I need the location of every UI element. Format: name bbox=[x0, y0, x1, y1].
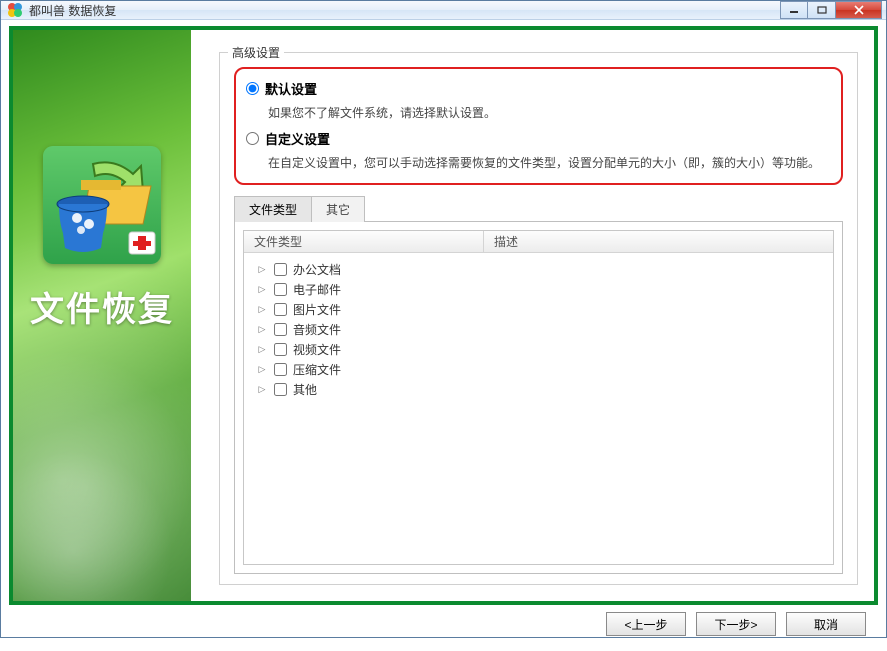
expander-icon[interactable]: ▷ bbox=[256, 283, 268, 295]
expander-icon[interactable]: ▷ bbox=[256, 363, 268, 375]
close-button[interactable] bbox=[836, 1, 882, 19]
prev-button[interactable]: <上一步 bbox=[606, 612, 686, 636]
cancel-button[interactable]: 取消 bbox=[786, 612, 866, 636]
row-checkbox[interactable] bbox=[274, 263, 287, 276]
col-filetype[interactable]: 文件类型 bbox=[244, 231, 484, 252]
radio-custom-desc: 在自定义设置中，您可以手动选择需要恢复的文件类型，设置分配单元的大小（即，簇的大… bbox=[268, 154, 831, 171]
radio-custom-label: 自定义设置 bbox=[265, 129, 330, 148]
table-row[interactable]: ▷ 图片文件 bbox=[250, 299, 827, 319]
window-controls bbox=[780, 1, 882, 19]
maximize-button[interactable] bbox=[808, 1, 836, 19]
expander-icon[interactable]: ▷ bbox=[256, 323, 268, 335]
row-label: 电子邮件 bbox=[293, 281, 341, 298]
table-body[interactable]: ▷ 办公文档 ▷ 电子邮件 ▷ bbox=[244, 253, 833, 564]
client-area: 文件恢复 高级设置 默认设置 如果您不了解文件系统，请选择默认设置。 自定 bbox=[1, 20, 886, 651]
minimize-button[interactable] bbox=[780, 1, 808, 19]
next-button[interactable]: 下一步> bbox=[696, 612, 776, 636]
table-row[interactable]: ▷ 其他 bbox=[250, 379, 827, 399]
row-checkbox[interactable] bbox=[274, 343, 287, 356]
sidebar: 文件恢复 bbox=[13, 30, 191, 601]
close-icon bbox=[853, 5, 865, 15]
row-checkbox[interactable] bbox=[274, 283, 287, 296]
radio-default[interactable] bbox=[246, 82, 259, 95]
tab-filetype[interactable]: 文件类型 bbox=[234, 196, 312, 222]
footer: <上一步 下一步> 取消 bbox=[9, 605, 878, 643]
table-row[interactable]: ▷ 视频文件 bbox=[250, 339, 827, 359]
row-label: 办公文档 bbox=[293, 261, 341, 278]
row-label: 视频文件 bbox=[293, 341, 341, 358]
row-checkbox[interactable] bbox=[274, 383, 287, 396]
sidebar-app-icon bbox=[43, 146, 161, 264]
maximize-icon bbox=[817, 6, 827, 14]
app-icon bbox=[7, 2, 23, 18]
titlebar[interactable]: 都叫兽 数据恢复 bbox=[1, 1, 886, 20]
table-header: 文件类型 描述 bbox=[244, 231, 833, 253]
options-highlight-box: 默认设置 如果您不了解文件系统，请选择默认设置。 自定义设置 在自定义设置中，您… bbox=[234, 67, 843, 185]
minimize-icon bbox=[789, 6, 799, 14]
option-default[interactable]: 默认设置 bbox=[246, 79, 831, 98]
filetype-table: 文件类型 描述 ▷ 办公文档 ▷ bbox=[243, 230, 834, 565]
expander-icon[interactable]: ▷ bbox=[256, 383, 268, 395]
tab-content: 文件类型 描述 ▷ 办公文档 ▷ bbox=[234, 222, 843, 574]
window-title: 都叫兽 数据恢复 bbox=[29, 2, 780, 19]
radio-default-label: 默认设置 bbox=[265, 79, 317, 98]
row-checkbox[interactable] bbox=[274, 303, 287, 316]
row-label: 压缩文件 bbox=[293, 361, 341, 378]
radio-default-desc: 如果您不了解文件系统，请选择默认设置。 bbox=[268, 104, 831, 121]
row-checkbox[interactable] bbox=[274, 363, 287, 376]
col-desc[interactable]: 描述 bbox=[484, 233, 833, 250]
row-label: 其他 bbox=[293, 381, 317, 398]
sidebar-title: 文件恢复 bbox=[30, 282, 174, 331]
tab-other-label: 其它 bbox=[326, 203, 350, 217]
fieldset-legend: 高级设置 bbox=[228, 44, 284, 61]
row-checkbox[interactable] bbox=[274, 323, 287, 336]
row-label: 图片文件 bbox=[293, 301, 341, 318]
option-custom[interactable]: 自定义设置 bbox=[246, 129, 831, 148]
table-row[interactable]: ▷ 压缩文件 bbox=[250, 359, 827, 379]
table-row[interactable]: ▷ 办公文档 bbox=[250, 259, 827, 279]
radio-custom[interactable] bbox=[246, 132, 259, 145]
advanced-settings-group: 高级设置 默认设置 如果您不了解文件系统，请选择默认设置。 自定义设置 在自定义… bbox=[219, 52, 858, 585]
table-row[interactable]: ▷ 音频文件 bbox=[250, 319, 827, 339]
expander-icon[interactable]: ▷ bbox=[256, 343, 268, 355]
tab-other[interactable]: 其它 bbox=[312, 196, 365, 222]
content-frame: 文件恢复 高级设置 默认设置 如果您不了解文件系统，请选择默认设置。 自定 bbox=[9, 26, 878, 605]
tab-filetype-label: 文件类型 bbox=[249, 203, 297, 217]
expander-icon[interactable]: ▷ bbox=[256, 263, 268, 275]
expander-icon[interactable]: ▷ bbox=[256, 303, 268, 315]
tab-bar: 文件类型 其它 bbox=[234, 195, 843, 222]
row-label: 音频文件 bbox=[293, 321, 341, 338]
table-row[interactable]: ▷ 电子邮件 bbox=[250, 279, 827, 299]
main-panel: 高级设置 默认设置 如果您不了解文件系统，请选择默认设置。 自定义设置 在自定义… bbox=[191, 30, 874, 601]
app-window: 都叫兽 数据恢复 bbox=[0, 0, 887, 638]
